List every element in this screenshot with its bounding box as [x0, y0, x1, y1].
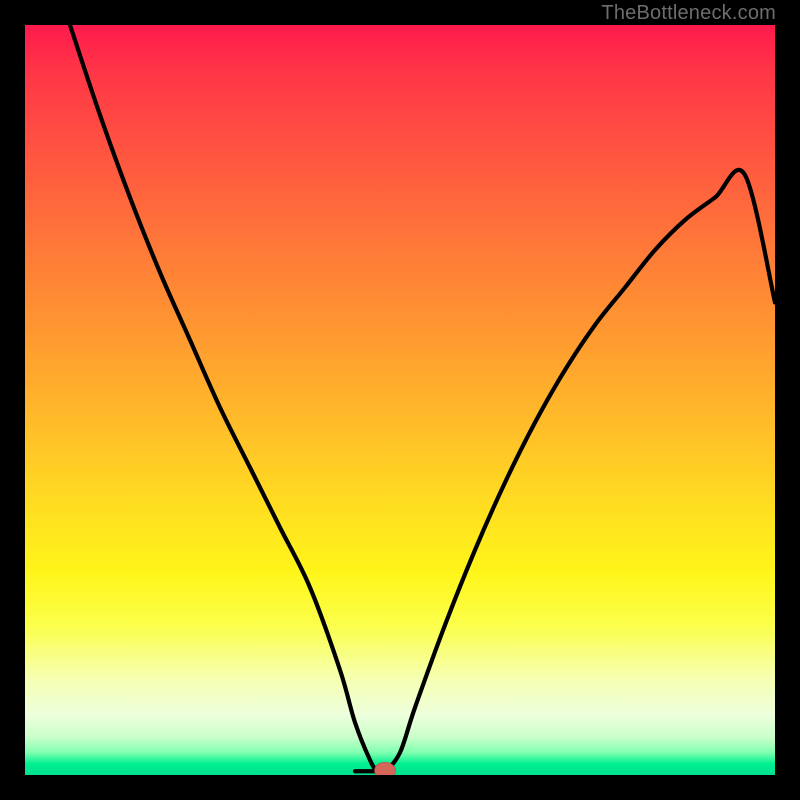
bottleneck-curve	[70, 25, 775, 773]
chart-frame: TheBottleneck.com	[0, 0, 800, 800]
curve-layer	[25, 25, 775, 775]
watermark-text: TheBottleneck.com	[601, 2, 776, 25]
